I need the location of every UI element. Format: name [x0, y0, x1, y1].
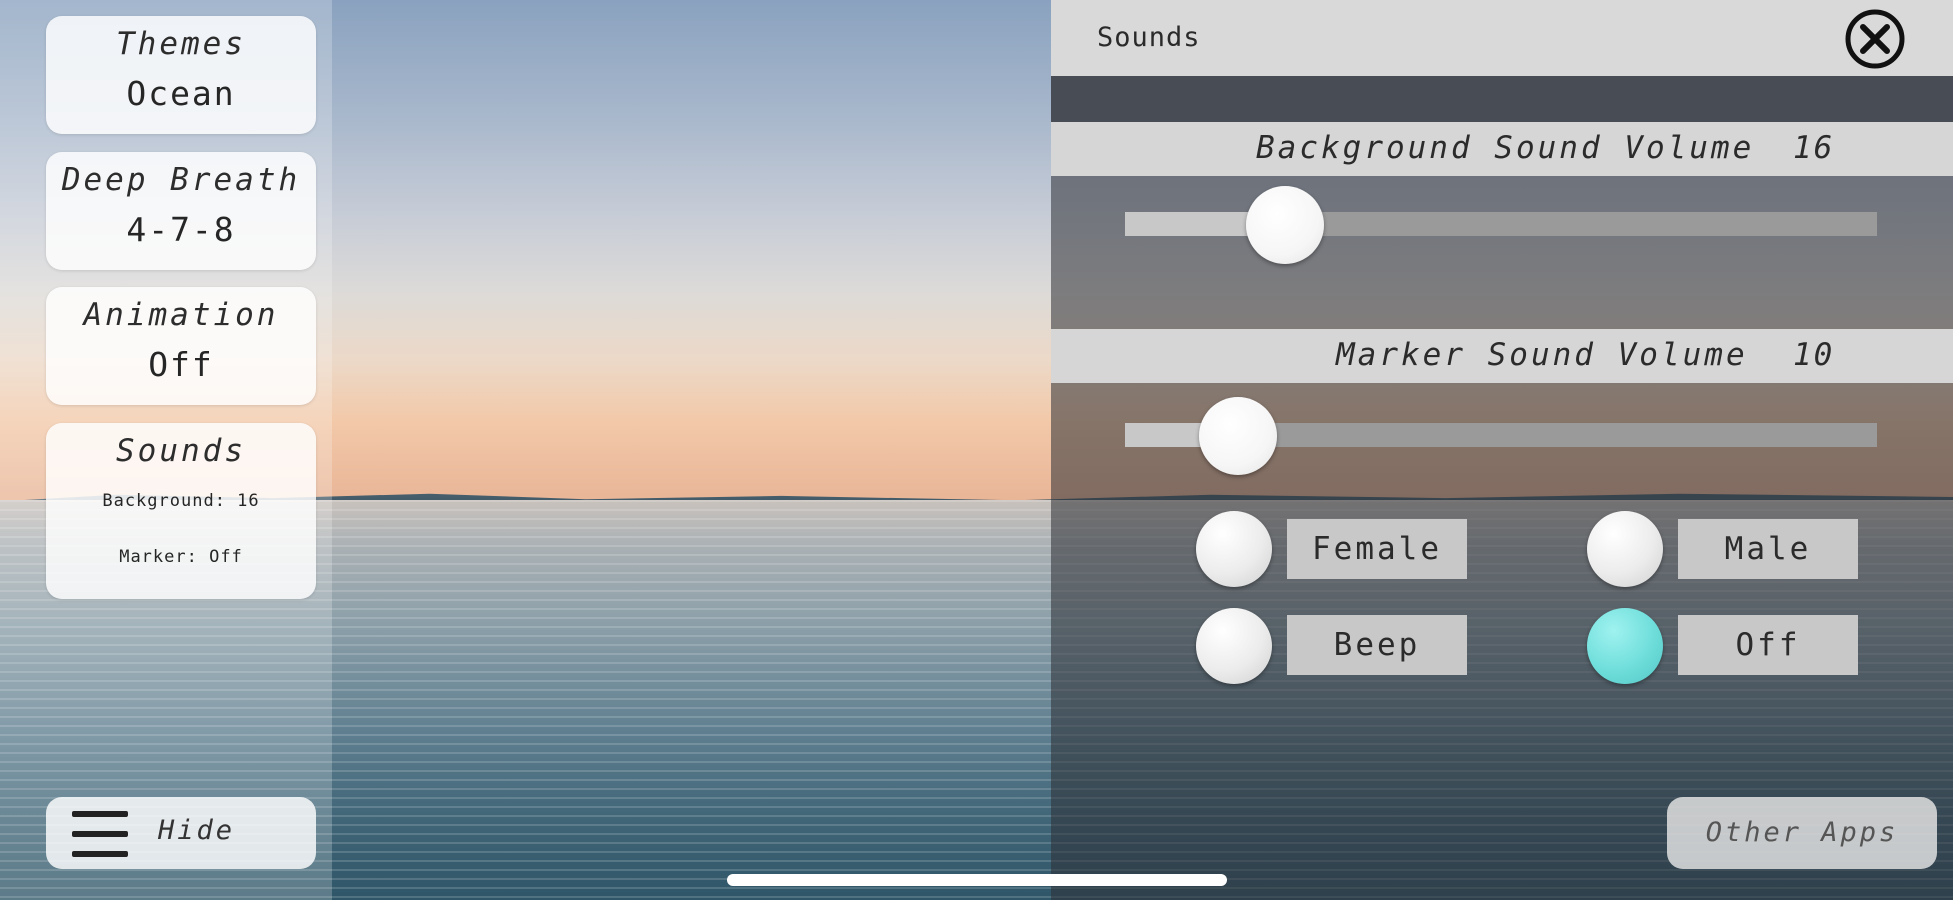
sounds-marker-summary: Marker: Off: [119, 547, 243, 567]
sounds-title: Sounds: [116, 433, 246, 469]
themes-card[interactable]: Themes Ocean: [46, 16, 316, 134]
deep-breath-value: 4-7-8: [126, 210, 236, 249]
animation-value: Off: [148, 345, 214, 384]
slider-thumb[interactable]: [1246, 186, 1324, 264]
beep-option[interactable]: Beep: [1287, 615, 1467, 675]
close-circle-icon: [1845, 9, 1905, 69]
female-radio[interactable]: [1196, 511, 1272, 587]
background-volume-header: Background Sound Volume 16: [1051, 122, 1953, 176]
background-volume-slider[interactable]: [1125, 186, 1877, 264]
close-button[interactable]: [1844, 8, 1906, 70]
sounds-card[interactable]: Sounds Background: 16 Marker: Off: [46, 423, 316, 599]
marker-volume-slider[interactable]: [1125, 397, 1877, 475]
marker-volume-value: 10: [1793, 337, 1835, 373]
sounds-panel-header: Sounds: [1051, 0, 1953, 76]
hamburger-menu-icon: [72, 811, 128, 857]
sounds-panel-body: [1051, 122, 1953, 900]
sounds-background-summary: Background: 16: [102, 491, 260, 511]
deep-breath-title: Deep Breath: [61, 162, 301, 198]
hide-button[interactable]: Hide: [46, 797, 316, 869]
beep-radio[interactable]: [1196, 608, 1272, 684]
animation-title: Animation: [83, 297, 279, 333]
slider-thumb[interactable]: [1199, 397, 1277, 475]
background-volume-label: Background Sound Volume: [1256, 130, 1755, 166]
other-apps-button[interactable]: Other Apps: [1667, 797, 1937, 869]
animation-card[interactable]: Animation Off: [46, 287, 316, 405]
female-option[interactable]: Female: [1287, 519, 1467, 579]
marker-volume-label: Marker Sound Volume: [1336, 337, 1748, 373]
home-indicator[interactable]: [727, 874, 1227, 886]
off-option[interactable]: Off: [1678, 615, 1858, 675]
themes-value: Ocean: [126, 74, 236, 113]
themes-title: Themes: [116, 26, 246, 62]
off-radio[interactable]: [1587, 608, 1663, 684]
background-volume-value: 16: [1793, 130, 1835, 166]
marker-volume-header: Marker Sound Volume 10: [1051, 329, 1953, 383]
deep-breath-card[interactable]: Deep Breath 4-7-8: [46, 152, 316, 270]
male-radio[interactable]: [1587, 511, 1663, 587]
male-option[interactable]: Male: [1678, 519, 1858, 579]
hide-label: Hide: [158, 815, 236, 846]
panel-title: Sounds: [1097, 22, 1201, 53]
panel-divider: [1051, 76, 1953, 122]
